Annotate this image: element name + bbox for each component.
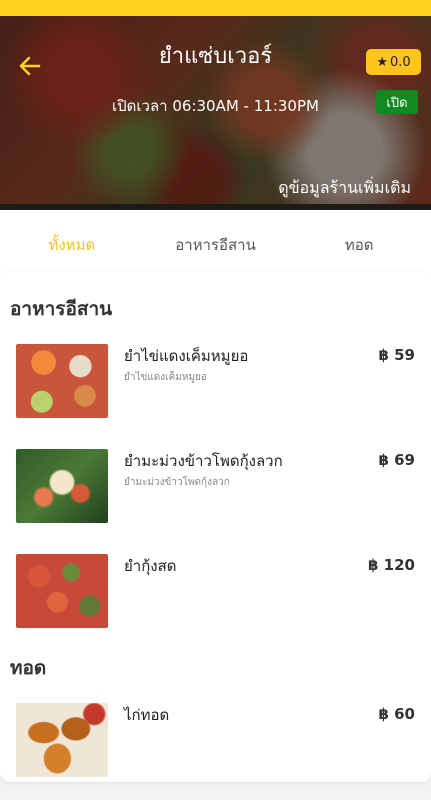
tab-isan-food[interactable]: อาหารอีสาน bbox=[144, 210, 288, 280]
more-shop-info-link[interactable]: ดูข้อมูลร้านเพิ่มเติม bbox=[278, 176, 411, 201]
tab-all[interactable]: ทั้งหมด bbox=[0, 210, 144, 280]
menu-item[interactable]: ยำมะม่วงข้าวโพดกุ้งลวก ยำมะม่วงข้าวโพดกุ… bbox=[0, 449, 431, 529]
star-icon: ★ bbox=[376, 54, 388, 70]
item-price: ฿ 59 bbox=[378, 346, 415, 364]
tab-fried[interactable]: ทอด bbox=[287, 210, 431, 280]
category-tabs: ทั้งหมด อาหารอีสาน ทอด bbox=[0, 210, 431, 280]
item-name: ไก่ทอด bbox=[124, 706, 170, 724]
item-name: ยำมะม่วงข้าวโพดกุ้งลวก bbox=[124, 452, 283, 470]
item-name: ยำไข่แดงเค็มหมูยอ bbox=[124, 347, 249, 365]
food-image bbox=[16, 449, 108, 523]
section-title-fried: ทอด bbox=[10, 657, 47, 679]
menu-item[interactable]: ไก่ทอด ฿ 60 bbox=[0, 703, 431, 782]
back-button[interactable] bbox=[16, 52, 44, 80]
item-description: ยำไข่แดงเค็มหมูยอ bbox=[124, 372, 207, 383]
item-price: ฿ 120 bbox=[368, 556, 415, 574]
item-description: ยำมะม่วงข้าวโพดกุ้งลวก bbox=[124, 477, 230, 488]
item-price: ฿ 60 bbox=[378, 705, 415, 723]
open-status-badge: เปิด bbox=[376, 90, 418, 114]
menu-list: อาหารอีสาน ยำไข่แดงเค็มหมูยอ ยำไข่แดงเค็… bbox=[0, 272, 431, 782]
status-strip bbox=[0, 0, 431, 16]
arrow-left-icon bbox=[19, 56, 41, 76]
menu-item[interactable]: ยำไข่แดงเค็มหมูยอ ยำไข่แดงเค็มหมูยอ ฿ 59 bbox=[0, 344, 431, 424]
opening-hours: เปิดเวลา 06:30AM - 11:30PM bbox=[112, 97, 319, 115]
food-image bbox=[16, 554, 108, 628]
rating-badge: ★ 0.0 bbox=[366, 49, 421, 75]
rating-value: 0.0 bbox=[389, 54, 411, 70]
item-name: ยำกุ้งสด bbox=[124, 557, 177, 575]
food-image bbox=[16, 344, 108, 418]
shop-name: ยำแซ่บเวอร์ bbox=[158, 44, 273, 69]
item-price: ฿ 69 bbox=[378, 451, 415, 469]
menu-item[interactable]: ยำกุ้งสด ฿ 120 bbox=[0, 554, 431, 634]
section-title-isan: อาหารอีสาน bbox=[10, 298, 113, 320]
food-image bbox=[16, 703, 108, 777]
